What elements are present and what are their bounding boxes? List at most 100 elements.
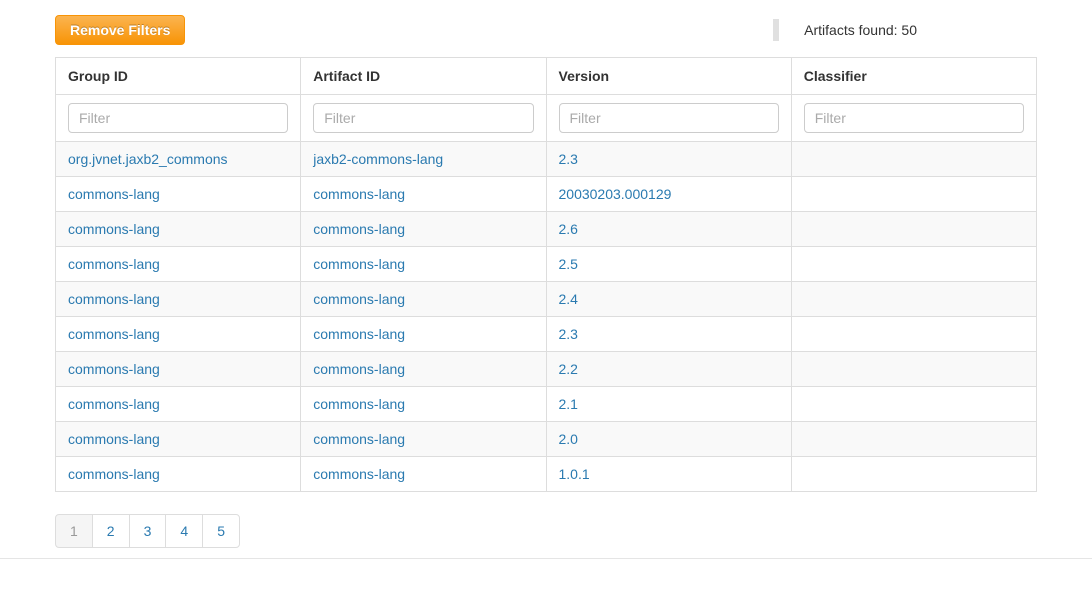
cell-artifact-id: jaxb2-commons-lang: [301, 142, 546, 177]
header-group-id: Group ID: [56, 58, 301, 95]
page-2[interactable]: 2: [92, 514, 130, 548]
cell-classifier: [791, 422, 1036, 457]
table-row: org.jvnet.jaxb2_commons jaxb2-commons-lan…: [56, 142, 1037, 177]
version-link[interactable]: 2.3: [559, 326, 578, 342]
group-id-link[interactable]: commons-lang: [68, 291, 160, 307]
cell-group-id: commons-lang: [56, 422, 301, 457]
header-artifact-id: Artifact ID: [301, 58, 546, 95]
cell-version: 2.1: [546, 387, 791, 422]
group-id-link[interactable]: commons-lang: [68, 221, 160, 237]
table-row: commons-lang commons-lang 2.1: [56, 387, 1037, 422]
table-row: commons-lang commons-lang 2.5: [56, 247, 1037, 282]
filter-classifier-input[interactable]: [804, 103, 1024, 133]
cell-version: 2.3: [546, 142, 791, 177]
remove-filters-button[interactable]: Remove Filters: [55, 15, 185, 45]
artifact-id-link[interactable]: commons-lang: [313, 256, 405, 272]
cell-classifier: [791, 317, 1036, 352]
group-id-link[interactable]: commons-lang: [68, 186, 160, 202]
cell-classifier: [791, 282, 1036, 317]
page-1: 1: [55, 514, 93, 548]
filter-group-id-input[interactable]: [68, 103, 288, 133]
page-3[interactable]: 3: [129, 514, 167, 548]
artifact-id-link[interactable]: commons-lang: [313, 186, 405, 202]
cell-group-id: commons-lang: [56, 457, 301, 492]
version-link[interactable]: 2.1: [559, 396, 578, 412]
cell-classifier: [791, 177, 1036, 212]
filter-artifact-id-input[interactable]: [313, 103, 533, 133]
filter-version-input[interactable]: [559, 103, 779, 133]
artifacts-table: Group ID Artifact ID Version Classifier …: [55, 57, 1037, 492]
header-version: Version: [546, 58, 791, 95]
cell-group-id: commons-lang: [56, 317, 301, 352]
cell-classifier: [791, 212, 1036, 247]
group-id-link[interactable]: commons-lang: [68, 256, 160, 272]
group-id-link[interactable]: commons-lang: [68, 396, 160, 412]
table-row: commons-lang commons-lang 2.2: [56, 352, 1037, 387]
cell-classifier: [791, 352, 1036, 387]
artifact-id-link[interactable]: commons-lang: [313, 291, 405, 307]
version-link[interactable]: 2.6: [559, 221, 578, 237]
version-link[interactable]: 2.4: [559, 291, 578, 307]
cell-artifact-id: commons-lang: [301, 422, 546, 457]
cell-group-id: commons-lang: [56, 177, 301, 212]
cell-version: 2.2: [546, 352, 791, 387]
cell-artifact-id: commons-lang: [301, 177, 546, 212]
cell-artifact-id: commons-lang: [301, 352, 546, 387]
header-classifier: Classifier: [791, 58, 1036, 95]
cell-version: 2.5: [546, 247, 791, 282]
cell-version: 20030203.000129: [546, 177, 791, 212]
group-id-link[interactable]: commons-lang: [68, 466, 160, 482]
artifact-id-link[interactable]: commons-lang: [313, 466, 405, 482]
group-id-link[interactable]: commons-lang: [68, 431, 160, 447]
cell-artifact-id: commons-lang: [301, 282, 546, 317]
version-link[interactable]: 2.5: [559, 256, 578, 272]
cell-version: 2.4: [546, 282, 791, 317]
artifact-id-link[interactable]: commons-lang: [313, 221, 405, 237]
group-id-link[interactable]: org.jvnet.jaxb2_commons: [68, 151, 228, 167]
cell-group-id: org.jvnet.jaxb2_commons: [56, 142, 301, 177]
cell-classifier: [791, 142, 1036, 177]
cell-version: 2.3: [546, 317, 791, 352]
version-link[interactable]: 1.0.1: [559, 466, 590, 482]
artifact-id-link[interactable]: commons-lang: [313, 326, 405, 342]
cell-classifier: [791, 247, 1036, 282]
table-header-row: Group ID Artifact ID Version Classifier: [56, 58, 1037, 95]
cell-group-id: commons-lang: [56, 387, 301, 422]
version-link[interactable]: 2.0: [559, 431, 578, 447]
filter-row: [56, 95, 1037, 142]
cell-artifact-id: commons-lang: [301, 457, 546, 492]
table-row: commons-lang commons-lang 20030203.000129: [56, 177, 1037, 212]
artifact-count-label: Artifacts found: 50: [804, 22, 917, 38]
cell-version: 2.0: [546, 422, 791, 457]
cell-group-id: commons-lang: [56, 247, 301, 282]
pagination: 12345: [55, 514, 240, 548]
cell-artifact-id: commons-lang: [301, 247, 546, 282]
cell-version: 2.6: [546, 212, 791, 247]
cell-classifier: [791, 387, 1036, 422]
table-row: commons-lang commons-lang 2.6: [56, 212, 1037, 247]
artifact-id-link[interactable]: commons-lang: [313, 431, 405, 447]
cell-group-id: commons-lang: [56, 212, 301, 247]
table-row: commons-lang commons-lang 2.0: [56, 422, 1037, 457]
table-row: commons-lang commons-lang 1.0.1: [56, 457, 1037, 492]
version-link[interactable]: 20030203.000129: [559, 186, 672, 202]
cell-artifact-id: commons-lang: [301, 387, 546, 422]
cell-version: 1.0.1: [546, 457, 791, 492]
page-5[interactable]: 5: [202, 514, 240, 548]
artifact-id-link[interactable]: jaxb2-commons-lang: [313, 151, 443, 167]
bottom-divider: [0, 558, 1092, 559]
status-divider: [773, 19, 779, 41]
cell-group-id: commons-lang: [56, 282, 301, 317]
cell-classifier: [791, 457, 1036, 492]
page-4[interactable]: 4: [165, 514, 203, 548]
artifact-id-link[interactable]: commons-lang: [313, 396, 405, 412]
artifact-id-link[interactable]: commons-lang: [313, 361, 405, 377]
table-row: commons-lang commons-lang 2.4: [56, 282, 1037, 317]
cell-artifact-id: commons-lang: [301, 317, 546, 352]
version-link[interactable]: 2.3: [559, 151, 578, 167]
cell-artifact-id: commons-lang: [301, 212, 546, 247]
version-link[interactable]: 2.2: [559, 361, 578, 377]
table-row: commons-lang commons-lang 2.3: [56, 317, 1037, 352]
group-id-link[interactable]: commons-lang: [68, 361, 160, 377]
group-id-link[interactable]: commons-lang: [68, 326, 160, 342]
